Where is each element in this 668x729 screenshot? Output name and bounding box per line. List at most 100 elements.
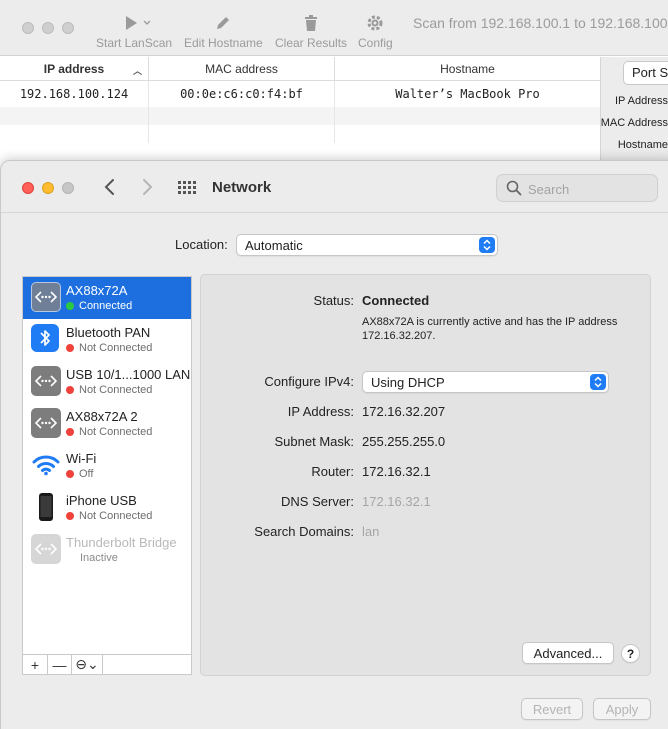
chevron-left-icon <box>104 179 114 195</box>
close-window-button[interactable] <box>22 22 34 34</box>
row-mac-address: 00:0e:c6:c0:f4:bf <box>149 81 335 107</box>
sort-ascending-icon: ︿ <box>132 66 142 76</box>
service-name: iPhone USB <box>66 493 137 508</box>
configure-ipv4-popup[interactable]: Using DHCP <box>362 371 609 393</box>
service-status-label: Not Connected <box>79 510 153 522</box>
service-item-wifi[interactable]: Wi-Fi Off <box>23 445 191 487</box>
service-name: AX88x72A 2 <box>66 409 138 424</box>
port-scan-button[interactable]: Port S <box>623 61 668 85</box>
ip-address-column-header[interactable]: IP address ︿ <box>0 57 149 80</box>
lanscan-toolbar: Start LanScan Edit Hostname Clear Result… <box>0 0 668 56</box>
status-dot-icon <box>66 428 74 436</box>
close-window-button[interactable] <box>22 182 34 194</box>
ip-address-value: 172.16.32.207 <box>362 404 446 419</box>
service-item-thunderbolt-bridge[interactable]: Thunderbolt Bridge Inactive <box>23 529 191 571</box>
service-status: Inactive <box>66 552 118 564</box>
subnet-mask-label: Subnet Mask: <box>274 434 355 449</box>
subnet-mask-value: 255.255.255.0 <box>362 434 446 449</box>
configure-ipv4-value: Using DHCP <box>371 375 445 390</box>
service-item-ax88x72a[interactable]: AX88x72A Connected <box>23 277 191 319</box>
show-all-grid-button[interactable] <box>178 181 196 198</box>
service-item-bluetooth-pan[interactable]: Bluetooth PAN Not Connected <box>23 319 191 361</box>
router-label: Router: <box>311 464 354 479</box>
service-detail-pane: Status: Connected AX88x72A is currently … <box>200 274 651 676</box>
service-status: Not Connected <box>66 510 152 522</box>
network-preferences-window: Network Search Location: Automatic AX88x… <box>0 160 668 729</box>
service-status-label: Inactive <box>80 552 118 564</box>
config-button[interactable]: Config <box>358 12 393 50</box>
location-label: Location: <box>175 237 228 252</box>
service-status: Not Connected <box>66 426 152 438</box>
iphone-icon <box>31 492 61 522</box>
minimize-window-button[interactable] <box>42 182 54 194</box>
status-dot-icon <box>66 512 74 520</box>
status-dot-icon <box>66 302 74 310</box>
edit-hostname-label: Edit Hostname <box>184 36 263 50</box>
service-name: USB 10/1...1000 LAN <box>66 367 191 382</box>
row-ip-address: 192.168.100.124 <box>0 81 149 107</box>
window-title: Network <box>212 179 272 196</box>
empty-table-row <box>0 125 600 143</box>
edit-hostname-button[interactable]: Edit Hostname <box>184 12 263 50</box>
status-dot-icon <box>66 386 74 394</box>
search-field[interactable]: Search <box>496 174 658 202</box>
table-header: IP address ︿ MAC address Hostname <box>0 57 600 81</box>
zoom-window-button[interactable] <box>62 22 74 34</box>
back-button[interactable] <box>101 177 117 200</box>
search-icon <box>506 180 522 196</box>
clear-results-button[interactable]: Clear Results <box>275 12 347 50</box>
service-status: Not Connected <box>66 384 152 396</box>
network-toolbar: Network Search <box>1 161 668 213</box>
ethernet-icon <box>31 366 61 396</box>
zoom-window-button[interactable] <box>62 182 74 194</box>
service-item-ax88x72a-2[interactable]: AX88x72A 2 Not Connected <box>23 403 191 445</box>
location-popup[interactable]: Automatic <box>236 234 498 256</box>
start-lanscan-button[interactable]: Start LanScan <box>96 12 172 50</box>
service-status-label: Connected <box>79 300 133 312</box>
dns-server-value: 172.16.32.1 <box>362 494 431 509</box>
status-dot-icon <box>66 470 74 478</box>
apply-button[interactable]: Apply <box>593 698 651 720</box>
start-lanscan-label: Start LanScan <box>96 36 173 50</box>
ethernet-icon <box>31 282 61 312</box>
status-dot-icon <box>66 344 74 352</box>
search-domains-value: lan <box>362 524 380 539</box>
clear-results-label: Clear Results <box>275 36 348 50</box>
location-value: Automatic <box>245 238 303 253</box>
chevron-right-icon <box>143 179 153 195</box>
gear-icon <box>358 12 393 34</box>
remove-service-button[interactable]: — <box>48 655 72 674</box>
row-hostname: Walter’s MacBook Pro <box>395 87 540 101</box>
dns-server-label: DNS Server: <box>281 494 354 509</box>
ethernet-icon <box>31 408 61 438</box>
ip-address-label: IP Address: <box>287 404 354 419</box>
advanced-button[interactable]: Advanced... <box>522 642 614 664</box>
bluetooth-icon <box>31 324 59 352</box>
hostname-column-header[interactable]: Hostname <box>335 57 600 80</box>
table-row[interactable]: 192.168.100.124 00:0e:c6:c0:f4:bf Walter… <box>0 81 600 107</box>
status-label: Status: <box>313 293 354 308</box>
help-button[interactable]: ? <box>621 644 640 663</box>
pencil-icon <box>184 12 263 34</box>
configure-ipv4-label: Configure IPv4: <box>264 374 354 389</box>
popup-stepper-icon <box>479 237 495 253</box>
network-service-list: AX88x72A Connected Bluetooth PAN Not Con… <box>22 276 192 655</box>
minimize-window-button[interactable] <box>42 22 54 34</box>
popup-stepper-icon <box>590 374 606 390</box>
mac-address-label: MAC Address <box>600 117 668 129</box>
service-status-label: Not Connected <box>79 342 153 354</box>
revert-button[interactable]: Revert <box>521 698 583 720</box>
service-item-iphone-usb[interactable]: iPhone USB Not Connected <box>23 487 191 529</box>
window-controls <box>22 182 74 194</box>
service-name: Bluetooth PAN <box>66 325 151 340</box>
grid-icon <box>178 181 196 194</box>
action-menu-button[interactable]: ⊖⌄ <box>72 655 103 674</box>
add-service-button[interactable]: + <box>23 655 48 674</box>
forward-button[interactable] <box>139 177 155 200</box>
ethernet-icon <box>31 534 61 564</box>
wifi-icon <box>31 450 61 480</box>
service-item-usb-lan[interactable]: USB 10/1...1000 LAN Not Connected <box>23 361 191 403</box>
status-value: Connected <box>362 293 430 308</box>
service-name: AX88x72A <box>66 283 128 298</box>
mac-address-column-header[interactable]: MAC address <box>149 57 335 80</box>
